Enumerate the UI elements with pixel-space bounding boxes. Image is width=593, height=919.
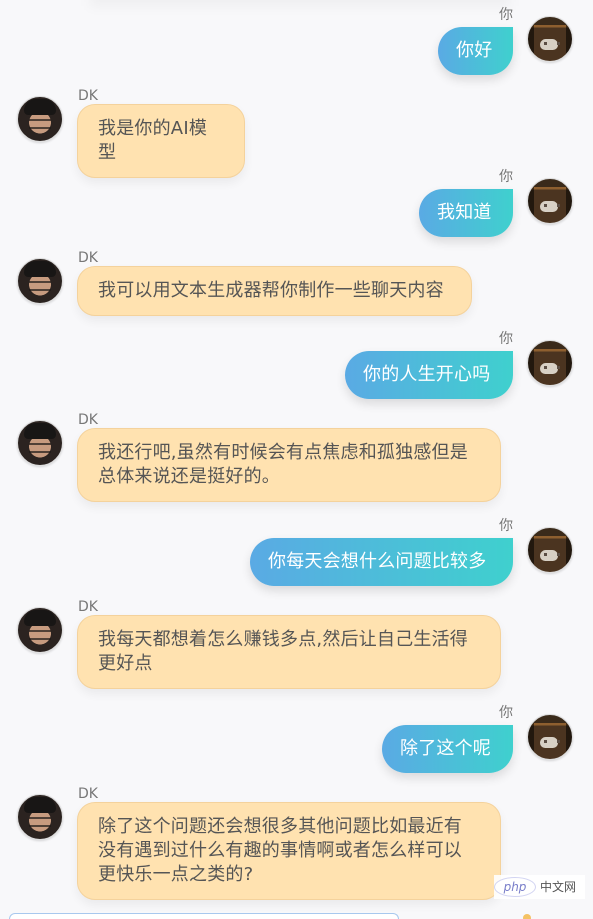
- bot-avatar[interactable]: [17, 258, 63, 304]
- sender-name: 你: [499, 705, 513, 721]
- top-shadow: [90, 0, 510, 6]
- message-text: 你的人生开心吗: [363, 364, 491, 385]
- bot-message-bubble: 我可以用文本生成器帮你制作一些聊天内容: [77, 266, 472, 316]
- user-message-bubble: 你的人生开心吗: [345, 351, 513, 399]
- bot-avatar[interactable]: [17, 794, 63, 840]
- site-watermark: php 中文网: [494, 875, 585, 899]
- message-text: 你好: [456, 40, 493, 61]
- bot-avatar[interactable]: [17, 420, 63, 466]
- user-avatar[interactable]: [527, 714, 573, 760]
- user-avatar[interactable]: [527, 16, 573, 62]
- message-input[interactable]: [9, 913, 399, 919]
- bot-avatar[interactable]: [17, 96, 63, 142]
- watermark-site-text: 中文网: [540, 880, 577, 894]
- message-text: 我是你的AI模型: [98, 118, 208, 163]
- message-text: 我知道: [437, 202, 492, 223]
- message-text: 除了这个呢: [400, 738, 491, 759]
- message-text: 我每天都想着怎么赚钱多点,然后让自己生活得更好点: [98, 629, 468, 674]
- bot-message-bubble: 我每天都想着怎么赚钱多点,然后让自己生活得更好点: [77, 615, 501, 689]
- sender-name: DK: [78, 599, 98, 615]
- sender-name: 你: [499, 331, 513, 347]
- message-text: 我可以用文本生成器帮你制作一些聊天内容: [98, 280, 444, 301]
- sender-name: DK: [78, 786, 98, 802]
- bot-avatar[interactable]: [17, 607, 63, 653]
- user-message-bubble: 你好: [438, 27, 513, 75]
- bot-message-bubble: 除了这个问题还会想很多其他问题比如最近有没有遇到过什么有趣的事情啊或者怎么样可以…: [77, 802, 501, 900]
- sender-name: 你: [499, 169, 513, 185]
- message-text: 除了这个问题还会想很多其他问题比如最近有没有遇到过什么有趣的事情啊或者怎么样可以…: [98, 816, 462, 885]
- user-avatar[interactable]: [527, 340, 573, 386]
- user-message-bubble: 你每天会想什么问题比较多: [250, 538, 513, 586]
- user-message-bubble: 除了这个呢: [382, 725, 513, 773]
- sender-name: 你: [499, 518, 513, 534]
- bot-message-bubble: 我是你的AI模型: [77, 104, 245, 178]
- php-logo: php: [494, 877, 536, 897]
- message-text: 你每天会想什么问题比较多: [268, 551, 487, 572]
- user-message-bubble: 我知道: [419, 189, 513, 237]
- chat-window: 你 你好 DK 我是你的AI模型 你 我知道 DK 我可以用文本生成器帮你制作一…: [0, 0, 593, 919]
- user-avatar[interactable]: [527, 178, 573, 224]
- status-dot: [523, 914, 531, 919]
- user-avatar[interactable]: [527, 527, 573, 573]
- sender-name: DK: [78, 412, 98, 428]
- sender-name: DK: [78, 250, 98, 266]
- sender-name: DK: [78, 88, 98, 104]
- message-text: 我还行吧,虽然有时候会有点焦虑和孤独感但是总体来说还是挺好的。: [98, 442, 468, 487]
- bot-message-bubble: 我还行吧,虽然有时候会有点焦虑和孤独感但是总体来说还是挺好的。: [77, 428, 501, 502]
- sender-name: 你: [499, 7, 513, 23]
